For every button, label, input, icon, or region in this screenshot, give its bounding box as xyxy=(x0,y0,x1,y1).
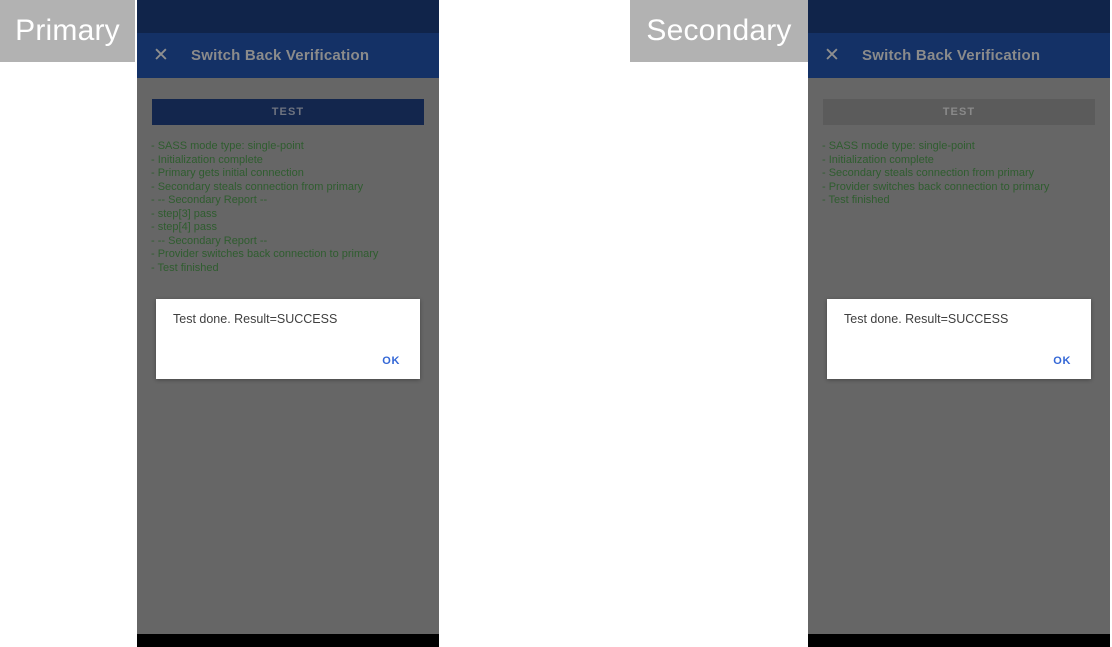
close-icon[interactable]: ✕ xyxy=(823,46,841,65)
log-line: - Test finished xyxy=(151,261,219,274)
log-output: - SASS mode type: single-point - Initial… xyxy=(151,140,431,275)
app-bar: ✕ Switch Back Verification xyxy=(137,33,439,78)
log-line: - Secondary steals connection from prima… xyxy=(151,180,364,193)
app-bar: ✕ Switch Back Verification xyxy=(808,33,1110,78)
log-line: - SASS mode type: single-point xyxy=(151,140,304,152)
result-dialog: Test done. Result=SUCCESS OK xyxy=(827,299,1091,379)
log-line: - -- Secondary Report -- xyxy=(151,234,268,247)
log-line: - SASS mode type: single-point xyxy=(822,140,975,152)
test-button[interactable]: TEST xyxy=(152,99,424,125)
status-bar xyxy=(808,0,1110,33)
screen-content: TEST - SASS mode type: single-point - In… xyxy=(808,78,1110,634)
dialog-message: Test done. Result=SUCCESS xyxy=(173,312,338,326)
log-line: - step[3] pass xyxy=(151,207,218,220)
dialog-ok-button[interactable]: OK xyxy=(382,355,400,367)
log-line: - Secondary steals connection from prima… xyxy=(822,167,1035,179)
test-button: TEST xyxy=(823,99,1095,125)
dialog-message: Test done. Result=SUCCESS xyxy=(844,312,1009,326)
log-output: - SASS mode type: single-point - Initial… xyxy=(822,140,1102,208)
device-screen-secondary: ✕ Switch Back Verification TEST - SASS m… xyxy=(808,0,1110,647)
device-screen-primary: ✕ Switch Back Verification TEST - SASS m… xyxy=(137,0,439,647)
result-dialog: Test done. Result=SUCCESS OK xyxy=(156,299,420,379)
annotation-label-primary: Primary xyxy=(0,0,135,62)
log-line: - Test finished xyxy=(822,194,890,206)
dialog-ok-button[interactable]: OK xyxy=(1053,355,1071,367)
log-line: - step[4] pass xyxy=(151,221,218,233)
log-line: - Provider switches back connection to p… xyxy=(822,180,1050,193)
log-line: - Initialization complete xyxy=(822,153,934,166)
app-bar-title: Switch Back Verification xyxy=(862,47,1041,64)
navigation-bar xyxy=(137,634,439,647)
log-line: - Initialization complete xyxy=(151,153,263,166)
log-line: - Primary gets initial connection xyxy=(151,167,304,179)
status-bar xyxy=(137,0,439,33)
app-bar-title: Switch Back Verification xyxy=(191,47,370,64)
log-line: - -- Secondary Report -- xyxy=(151,194,268,206)
close-icon[interactable]: ✕ xyxy=(152,46,170,65)
screen-content: TEST - SASS mode type: single-point - In… xyxy=(137,78,439,634)
log-line: - Provider switches back connection to p… xyxy=(151,248,379,260)
annotation-label-secondary: Secondary xyxy=(630,0,808,62)
navigation-bar xyxy=(808,634,1110,647)
